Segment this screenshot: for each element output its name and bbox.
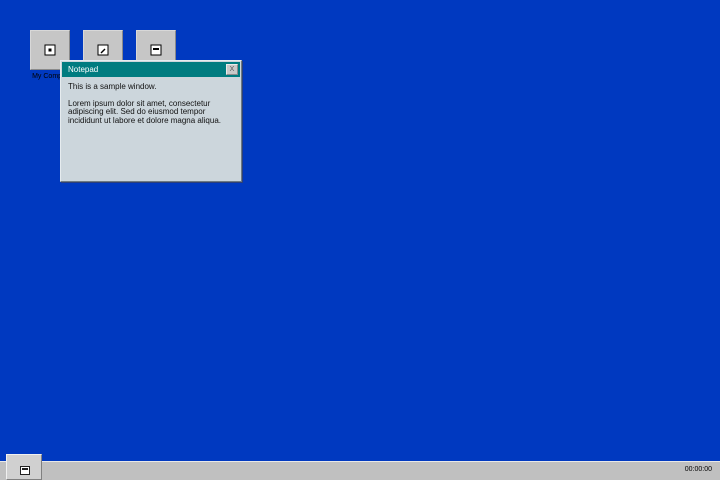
window-text-paragraph: Lorem ipsum dolor sit amet, consectetur … bbox=[68, 98, 221, 125]
window-icon bbox=[20, 466, 30, 475]
window-text-line: This is a sample window. bbox=[68, 82, 157, 91]
start-button[interactable] bbox=[6, 454, 42, 480]
taskbar bbox=[0, 461, 720, 480]
notepad-window[interactable]: Notepad X This is a sample window. Lorem… bbox=[60, 60, 242, 182]
window-content: This is a sample window. Lorem ipsum dol… bbox=[68, 82, 233, 133]
close-button[interactable]: X bbox=[226, 64, 238, 75]
taskbar-clock: 00:00:00 bbox=[684, 466, 712, 473]
window-title: Notepad bbox=[68, 65, 99, 74]
window-titlebar[interactable]: Notepad X bbox=[62, 62, 240, 77]
